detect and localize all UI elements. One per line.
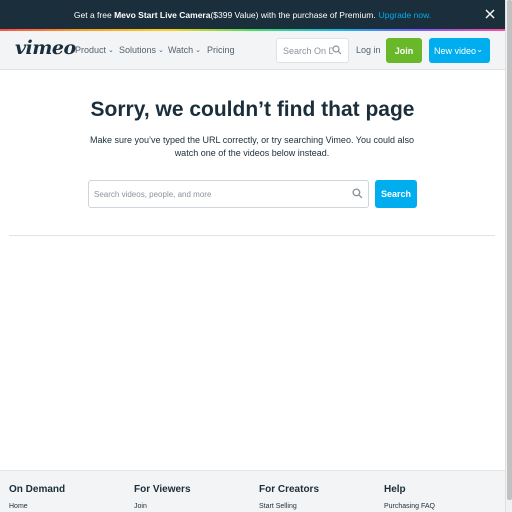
- nav-watch-label: Watch: [168, 45, 194, 55]
- promo-upgrade-link[interactable]: Upgrade now.: [379, 10, 431, 20]
- footer-link[interactable]: Home: [9, 503, 65, 510]
- promo-banner: Get a free Mevo Start Live Camera ($399 …: [0, 0, 505, 29]
- chevron-down-icon: ⌄: [158, 47, 164, 54]
- footer-column-on-demand: On Demand Home: [9, 484, 65, 510]
- footer-heading: Help: [384, 484, 406, 495]
- search-icon[interactable]: [352, 188, 363, 201]
- page-title: Sorry, we couldn’t find that page: [90, 98, 415, 121]
- nav-solutions[interactable]: Solutions ⌄: [119, 45, 164, 55]
- vimeo-logo[interactable]: vimeo: [15, 37, 76, 59]
- nav-pricing[interactable]: Pricing: [207, 45, 235, 55]
- scrollbar[interactable]: [505, 0, 512, 512]
- header-search-input[interactable]: Search On Demand: [276, 38, 349, 63]
- footer: On Demand Home For Viewers Join For Crea…: [0, 470, 505, 512]
- new-video-label: New video: [434, 45, 477, 56]
- login-link[interactable]: Log in: [356, 45, 381, 55]
- footer-column-for-creators: For Creators Start Selling: [259, 484, 319, 510]
- nav-product[interactable]: Product ⌄: [75, 45, 114, 55]
- footer-heading: On Demand: [9, 484, 66, 495]
- nav-pricing-label: Pricing: [207, 45, 235, 55]
- join-button[interactable]: Join: [386, 38, 422, 63]
- chevron-down-icon: ⌄: [476, 45, 483, 54]
- footer-link[interactable]: Purchasing FAQ: [384, 503, 435, 510]
- new-video-button[interactable]: New video ⌄: [429, 38, 490, 63]
- search-button[interactable]: Search: [375, 180, 417, 208]
- nav-watch[interactable]: Watch ⌄: [168, 45, 201, 55]
- content-divider: [9, 235, 495, 236]
- main-search-input[interactable]: Search videos, people, and more: [88, 180, 369, 208]
- footer-heading: For Viewers: [134, 484, 191, 495]
- chevron-down-icon: ⌄: [195, 47, 202, 54]
- header-search-placeholder: Search On Demand: [283, 45, 333, 56]
- promo-suffix: ($399 Value) with the purchase of Premiu…: [210, 9, 376, 20]
- footer-link[interactable]: Start Selling: [259, 503, 319, 510]
- footer-link[interactable]: Join: [134, 503, 191, 510]
- main-search-placeholder: Search videos, people, and more: [94, 189, 212, 199]
- promo-prefix: Get a free: [73, 9, 112, 20]
- scrollbar-thumb[interactable]: [507, 0, 512, 500]
- chevron-down-icon: ⌄: [108, 47, 114, 54]
- nav-product-label: Product: [75, 45, 107, 55]
- close-icon[interactable]: [483, 6, 497, 22]
- page-subtitle: Make sure you’ve typed the URL correctly…: [90, 135, 414, 158]
- promo-product: Mevo Start Live Camera: [114, 9, 211, 20]
- footer-column-for-viewers: For Viewers Join: [134, 484, 191, 510]
- search-icon[interactable]: [332, 45, 342, 57]
- footer-column-help: Help Purchasing FAQ: [384, 484, 435, 510]
- footer-heading: For Creators: [259, 484, 320, 495]
- nav-solutions-label: Solutions: [119, 45, 157, 55]
